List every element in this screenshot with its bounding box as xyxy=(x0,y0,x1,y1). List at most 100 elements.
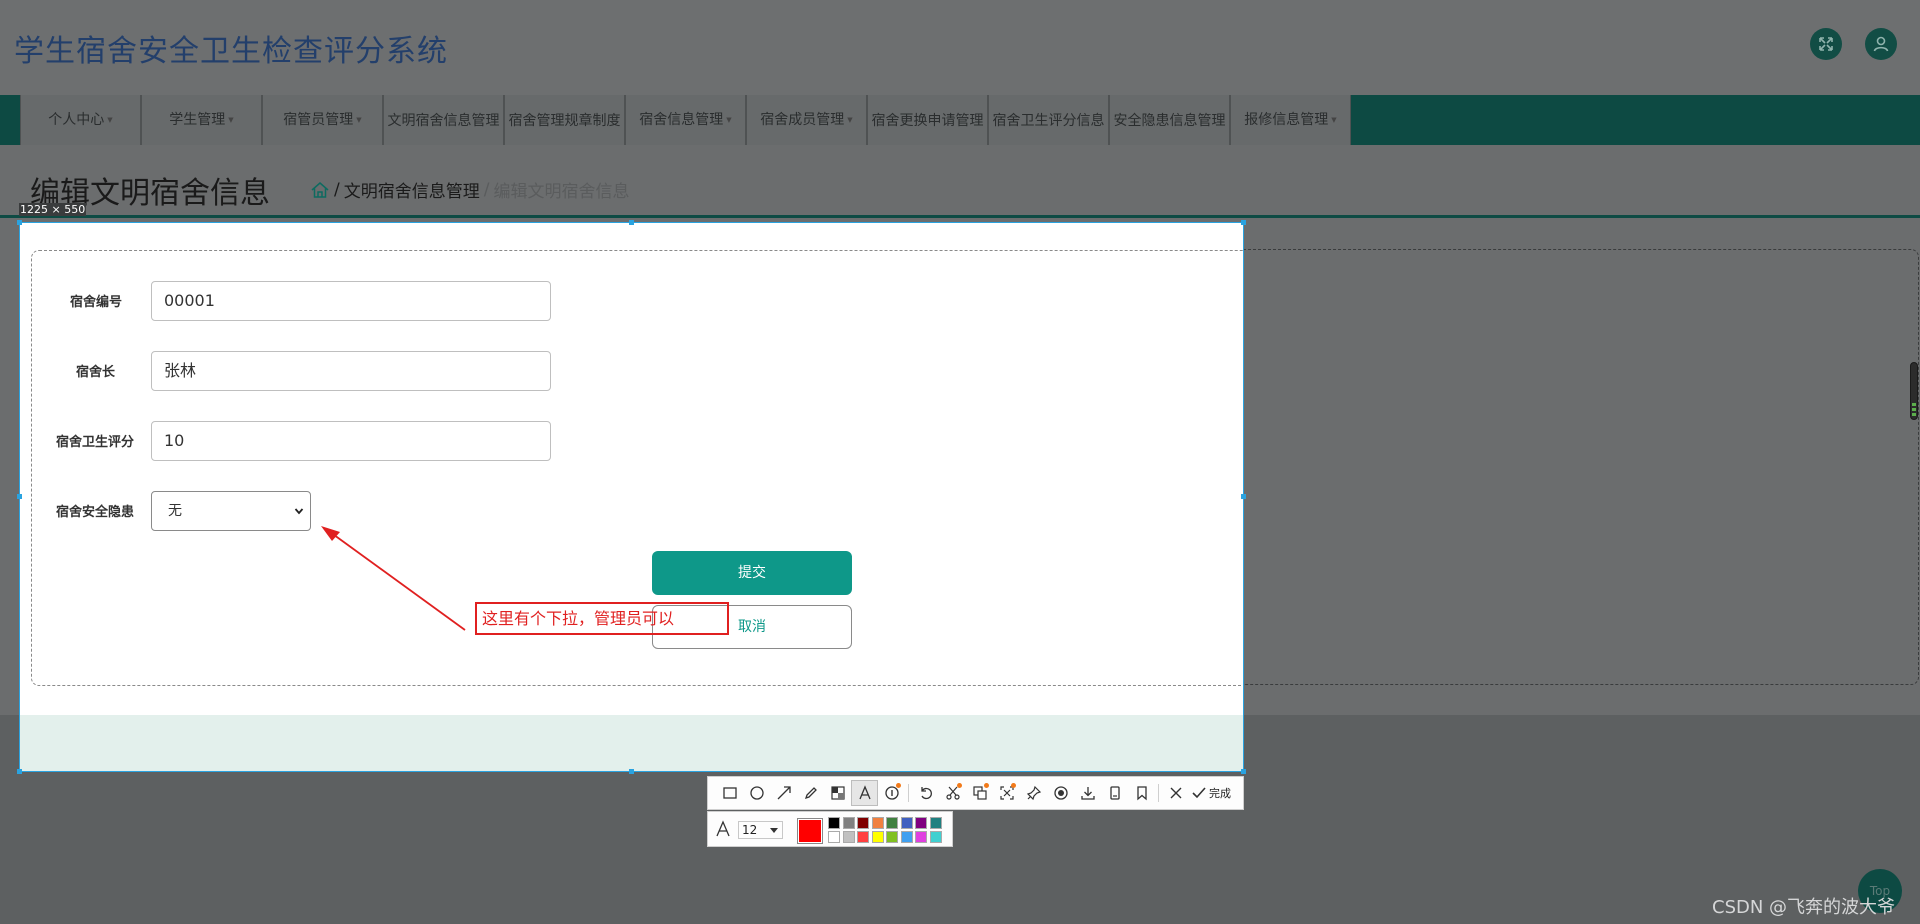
text-tool-icon[interactable] xyxy=(851,780,878,806)
color-swatch[interactable] xyxy=(842,831,855,843)
user-profile-button[interactable] xyxy=(1865,28,1897,60)
top-navigation: 个人中心▼ 学生管理▼ 宿管员管理▼ 文明宿舍信息管理▼ 宿舍管理规章制度管理▼… xyxy=(0,95,1920,178)
capture-size-label: 1225 × 550 xyxy=(19,203,87,216)
done-label: 完成 xyxy=(1209,787,1231,800)
current-color-fill xyxy=(799,820,821,842)
annotation-text[interactable]: 这里有个下拉，管理员可以 xyxy=(475,602,729,635)
color-swatch[interactable] xyxy=(929,817,942,829)
nav-item-personal-center[interactable]: 个人中心 ▼ xyxy=(20,95,141,145)
form-box-outline-dimmed xyxy=(1243,249,1919,685)
color-swatch[interactable] xyxy=(857,831,869,843)
resize-handle[interactable] xyxy=(1241,494,1246,499)
home-icon[interactable] xyxy=(310,180,330,200)
pin-icon[interactable] xyxy=(1020,780,1047,806)
breadcrumb-separator: / xyxy=(334,179,340,200)
caret-down-icon: ▼ xyxy=(1331,116,1337,124)
resize-handle[interactable] xyxy=(17,220,22,225)
resize-handle[interactable] xyxy=(17,769,22,774)
pen-tool-icon[interactable] xyxy=(797,780,824,806)
breadcrumb-separator: / xyxy=(483,179,490,200)
font-size-select[interactable]: 12 xyxy=(738,821,783,839)
user-icon xyxy=(1873,36,1889,52)
resize-handle[interactable] xyxy=(629,220,634,225)
color-swatch[interactable] xyxy=(857,817,869,829)
dorm-number-label: 宿舍编号 xyxy=(70,295,123,310)
dorm-leader-label: 宿舍长 xyxy=(76,365,116,380)
resize-handle[interactable] xyxy=(1241,769,1246,774)
submit-button[interactable]: 提交 xyxy=(652,551,852,595)
close-icon[interactable] xyxy=(1162,780,1189,806)
hygiene-score-input[interactable]: 10 xyxy=(151,421,551,461)
caret-down-icon: ▼ xyxy=(726,116,732,124)
nav-item-dorm-rules[interactable]: 宿舍管理规章制度管理▼ xyxy=(504,95,625,178)
header-divider xyxy=(0,215,1920,218)
color-swatch[interactable] xyxy=(915,817,927,829)
nav-item-safety-hazard[interactable]: 安全隐患信息管理▼ xyxy=(1109,95,1230,170)
rectangle-tool-icon[interactable] xyxy=(716,780,743,806)
nav-label: 报修信息管理 xyxy=(1244,112,1329,128)
ocr-icon[interactable] xyxy=(966,780,993,806)
color-swatch[interactable] xyxy=(900,831,913,843)
color-swatch[interactable] xyxy=(900,817,913,829)
current-color-swatch[interactable] xyxy=(797,818,823,844)
light-footer-strip xyxy=(20,715,1243,771)
color-swatch[interactable] xyxy=(915,831,927,843)
nav-item-dorm-manager[interactable]: 宿管员管理 ▼ xyxy=(262,95,383,145)
breadcrumb-item-list[interactable]: 文明宿舍信息管理 xyxy=(344,177,480,202)
safety-hazard-select[interactable]: 无 xyxy=(151,491,311,531)
dorm-leader-input[interactable]: 张林 xyxy=(151,351,551,391)
done-button[interactable]: 完成 xyxy=(1191,785,1231,801)
color-swatch[interactable] xyxy=(871,831,884,843)
nav-item-dorm-members[interactable]: 宿舍成员管理 ▼ xyxy=(746,95,867,145)
dorm-number-input[interactable]: 00001 xyxy=(151,281,551,321)
breadcrumb: / 文明宿舍信息管理 / 编辑文明宿舍信息 xyxy=(310,177,629,202)
color-swatch[interactable] xyxy=(842,817,855,829)
fullscreen-button[interactable] xyxy=(1810,28,1842,60)
caret-down-icon: ▼ xyxy=(107,116,113,124)
nav-label: 宿舍卫生评分信息 xyxy=(992,113,1105,129)
nav-item-hygiene-score[interactable]: 宿舍卫生评分信息管理▼ xyxy=(988,95,1109,178)
resize-handle[interactable] xyxy=(1241,220,1246,225)
bookmark-icon[interactable] xyxy=(1128,780,1155,806)
undo-icon[interactable] xyxy=(912,780,939,806)
translate-icon[interactable] xyxy=(993,780,1020,806)
font-icon xyxy=(716,820,730,837)
nav-item-civilized-dorm[interactable]: 文明宿舍信息管理▼ xyxy=(383,95,504,170)
download-icon[interactable] xyxy=(1074,780,1101,806)
nav-item-student[interactable]: 学生管理 ▼ xyxy=(141,95,262,145)
caret-down-icon: ▼ xyxy=(228,116,234,124)
arrow-tool-icon[interactable] xyxy=(770,780,797,806)
chevron-down-icon xyxy=(294,508,304,515)
color-swatch[interactable] xyxy=(886,817,898,829)
font-size-value: 12 xyxy=(742,823,758,837)
app-title: 学生宿舍安全卫生检查评分系统 xyxy=(14,34,448,69)
selected-option: 无 xyxy=(168,503,182,519)
color-swatch[interactable] xyxy=(828,817,840,829)
nav-label: 个人中心 xyxy=(48,112,105,128)
save-file-icon[interactable] xyxy=(1101,780,1128,806)
record-icon[interactable] xyxy=(1047,780,1074,806)
color-swatch[interactable] xyxy=(886,831,898,843)
number-tool-icon[interactable] xyxy=(878,780,905,806)
nav-label: 宿舍管理规章制度 xyxy=(508,113,621,129)
pin-cut-icon[interactable] xyxy=(939,780,966,806)
nav-item-dorm-info[interactable]: 宿舍信息管理 ▼ xyxy=(625,95,746,145)
nav-label: 宿舍更换申请管理 xyxy=(871,113,984,129)
hygiene-score-label: 宿舍卫生评分 xyxy=(56,435,135,450)
resize-handle[interactable] xyxy=(629,769,634,774)
ellipse-tool-icon[interactable] xyxy=(743,780,770,806)
color-swatch[interactable] xyxy=(929,831,942,843)
resize-handle[interactable] xyxy=(17,494,22,499)
nav-item-dorm-change[interactable]: 宿舍更换申请管理▼ xyxy=(867,95,988,170)
capture-region[interactable]: 宿舍编号 00001 宿舍长 张林 宿舍卫生评分 10 宿舍安全隐患 无 提交 … xyxy=(19,222,1244,772)
scroll-indicator[interactable] xyxy=(1910,362,1918,420)
color-swatch[interactable] xyxy=(871,817,884,829)
expand-icon xyxy=(1819,37,1833,51)
nav-item-repair[interactable]: 报修信息管理 ▼ xyxy=(1230,95,1351,145)
caret-down-icon: ▼ xyxy=(847,116,853,124)
text-style-toolbar: 12 xyxy=(707,811,953,847)
annotation-toolbar: 完成 xyxy=(707,776,1244,810)
color-swatch[interactable] xyxy=(828,831,840,843)
mosaic-tool-icon[interactable] xyxy=(824,780,851,806)
nav-label: 文明宿舍信息管理 xyxy=(387,113,500,129)
